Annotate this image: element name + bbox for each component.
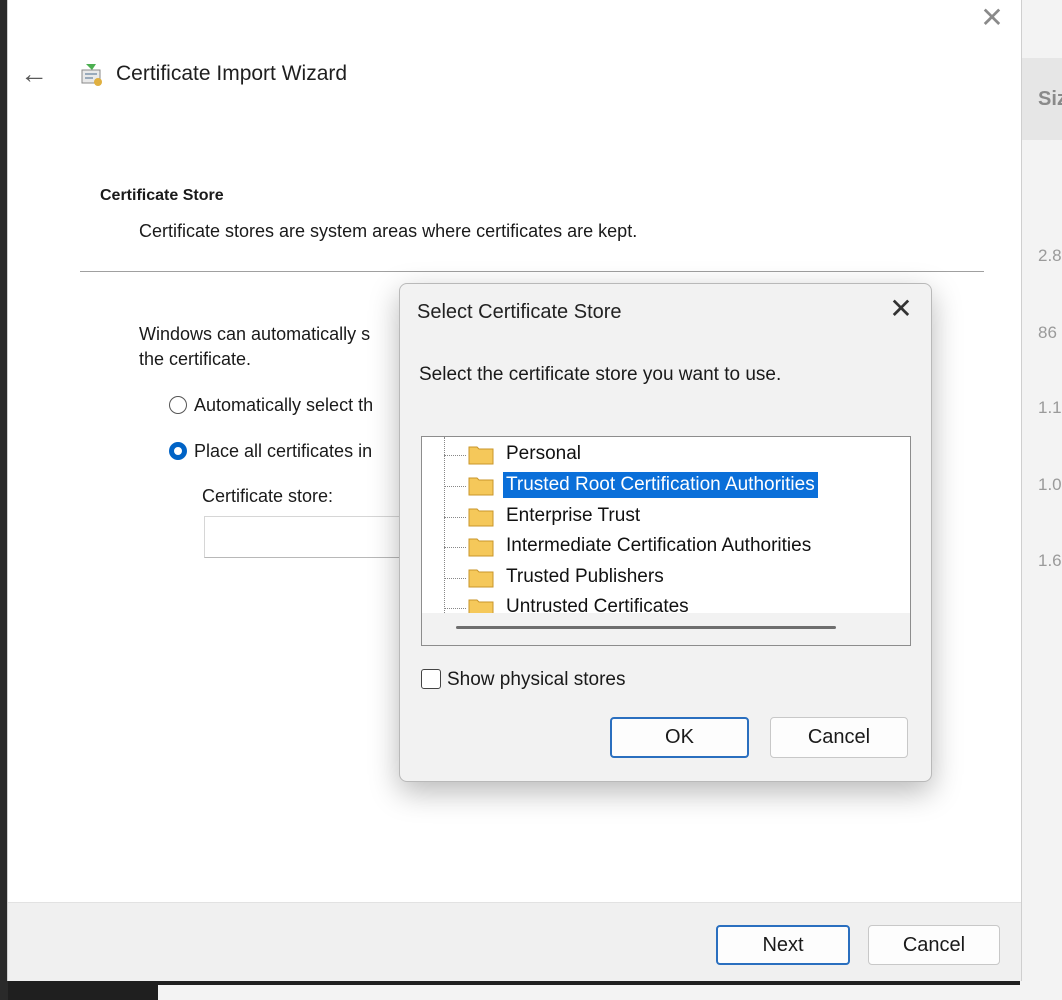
show-physical-stores-option[interactable]: Show physical stores xyxy=(421,669,625,691)
radio-auto-select-label: Automatically select th xyxy=(194,395,374,415)
folder-icon xyxy=(468,538,494,557)
section-title: Certificate Store xyxy=(100,187,224,204)
wizard-footer: Next Cancel xyxy=(8,902,1021,981)
tree-item-label: Intermediate Certification Authorities xyxy=(506,535,812,556)
tree-branch-line xyxy=(444,455,466,456)
folder-icon xyxy=(468,446,494,465)
tree-branch-line xyxy=(444,578,466,579)
show-physical-stores-label: Show physical stores xyxy=(447,669,626,690)
tree-viewport: Personal Trusted Root Certification Auth… xyxy=(422,437,877,613)
certificate-store-field[interactable] xyxy=(204,516,414,558)
section-description: Certificate stores are system areas wher… xyxy=(139,221,638,241)
back-arrow-icon[interactable]: ← xyxy=(20,60,48,88)
radio-button-selected[interactable] xyxy=(169,442,187,460)
tree-horizontal-scrollbar[interactable] xyxy=(456,626,836,629)
background-file-list: Siz 2.8 86 1.18 1.0 1.6 xyxy=(1020,0,1062,1000)
next-button[interactable]: Next xyxy=(716,925,850,965)
certificate-wizard-icon xyxy=(81,64,102,86)
store-explanation-text: Windows can automatically s the certific… xyxy=(139,322,409,372)
wizard-close-button[interactable]: ✕ xyxy=(978,4,1006,32)
tree-branch-line xyxy=(444,547,466,548)
dialog-cancel-button[interactable]: Cancel xyxy=(770,717,908,758)
background-window-edge xyxy=(0,0,8,1000)
explanation-line: Windows can automatically s xyxy=(139,324,371,344)
tree-item-label-selected: Trusted Root Certification Authorities xyxy=(503,472,818,498)
radio-place-all-label: Place all certificates in xyxy=(194,441,373,461)
select-certificate-store-dialog: Select Certificate Store ✕ Select the ce… xyxy=(399,283,932,782)
certificate-store-tree[interactable]: Personal Trusted Root Certification Auth… xyxy=(421,436,911,646)
folder-icon xyxy=(468,508,494,527)
radio-auto-select[interactable]: Automatically select th xyxy=(169,395,409,416)
tree-item-label: Untrusted Certificates xyxy=(506,596,689,613)
folder-icon xyxy=(468,477,494,496)
dialog-prompt: Select the certificate store you want to… xyxy=(419,364,782,385)
dialog-close-button[interactable]: ✕ xyxy=(886,294,916,324)
tree-connector-line xyxy=(444,437,445,613)
radio-button-unselected[interactable] xyxy=(169,396,187,414)
folder-icon xyxy=(468,569,494,588)
tree-branch-line xyxy=(444,486,466,487)
background-size-value: 86 xyxy=(1038,323,1057,342)
radio-place-all[interactable]: Place all certificates in xyxy=(169,441,409,462)
tree-item-label: Trusted Publishers xyxy=(506,566,664,587)
background-taskbar-edge xyxy=(158,985,1062,1000)
show-physical-stores-checkbox[interactable] xyxy=(421,669,441,689)
tree-horizontal-scroll-track xyxy=(422,613,910,645)
tree-item-label: Enterprise Trust xyxy=(506,505,641,526)
header-divider xyxy=(80,271,984,272)
background-size-column-header: Siz xyxy=(1038,88,1062,110)
tree-branch-line xyxy=(444,517,466,518)
wizard-cancel-button[interactable]: Cancel xyxy=(868,925,1000,965)
background-size-value: 1.18 xyxy=(1038,398,1062,417)
tree-item-label: Personal xyxy=(506,443,581,464)
background-size-value: 2.8 xyxy=(1038,246,1062,265)
wizard-title: Certificate Import Wizard xyxy=(116,62,348,85)
background-size-value: 1.0 xyxy=(1038,475,1062,494)
folder-icon xyxy=(468,599,494,613)
background-size-value: 1.6 xyxy=(1038,551,1062,570)
explanation-line: the certificate. xyxy=(139,349,252,369)
dialog-title: Select Certificate Store xyxy=(417,301,622,323)
certificate-store-label: Certificate store: xyxy=(202,486,334,506)
ok-button[interactable]: OK xyxy=(610,717,749,758)
tree-branch-line xyxy=(444,608,466,609)
